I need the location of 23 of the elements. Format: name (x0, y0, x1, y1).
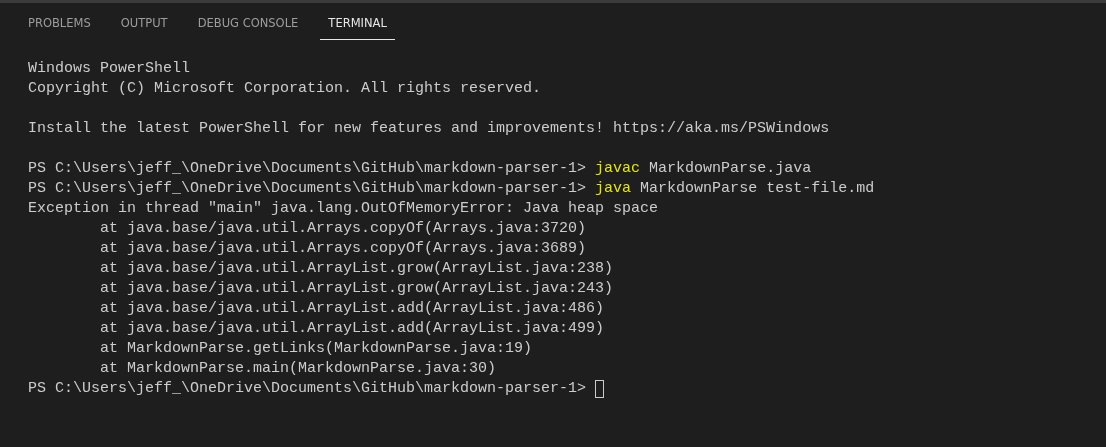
terminal-output-line: Exception in thread "main" java.lang.OutOfMemoryError: Java heap space (28, 199, 659, 219)
shell-prompt: PS C:\Users\jeff_\OneDrive\Documents\GitHub\markdown-parser-1> (28, 159, 587, 179)
shell-prompt: PS C:\Users\jeff_\OneDrive\Documents\GitHub\markdown-parser-1> (28, 179, 587, 199)
stack-trace-line: at java.base/java.util.Arrays.copyOf(Arrays.java:3720) (99, 219, 587, 239)
command-name: java (595, 179, 632, 199)
terminal-output-line: Copyright (C) Microsoft Corporation. All rights reserved. (28, 79, 542, 99)
stack-trace-line: at java.base/java.util.ArrayList.grow(ArrayList.java:243) (99, 279, 614, 299)
stack-trace-line: at MarkdownParse.main(MarkdownParse.java:30) (99, 359, 497, 379)
shell-prompt: PS C:\Users\jeff_\OneDrive\Documents\GitHub\markdown-parser-1> (28, 379, 587, 399)
command-arguments: MarkdownParse test-file.md (640, 179, 875, 199)
stack-trace-line: at java.base/java.util.ArrayList.grow(ArrayList.java:238) (99, 259, 614, 279)
stack-trace-line: at java.base/java.util.Arrays.copyOf(Arrays.java:3689) (99, 239, 587, 259)
panel-tab[interactable]: PROBLEMS (20, 3, 99, 40)
terminal-output-line: Windows PowerShell (28, 59, 191, 79)
stack-trace-line: at java.base/java.util.ArrayList.add(ArrayList.java:499) (99, 319, 605, 339)
panel-tab[interactable]: TERMINAL (320, 3, 395, 40)
command-arguments: MarkdownParse.java (649, 159, 812, 179)
stack-trace-line: at java.base/java.util.ArrayList.add(ArrayList.java:486) (99, 299, 605, 319)
stack-trace-line: at MarkdownParse.getLinks(MarkdownParse.java:19) (99, 339, 533, 359)
command-name: javac (595, 159, 641, 179)
panel-tab[interactable]: DEBUG CONSOLE (189, 3, 307, 40)
panel-tab[interactable]: OUTPUT (112, 3, 176, 40)
terminal-output-line: Install the latest PowerShell for new features and improvements! https://aka.ms/PSWindows (28, 119, 830, 139)
